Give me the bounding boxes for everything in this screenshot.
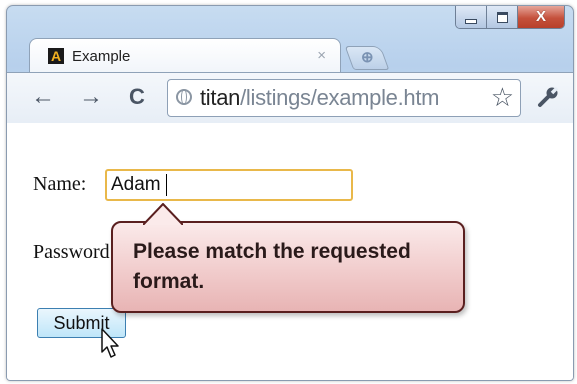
validation-message: Please match the requested format. (133, 240, 411, 293)
minimize-icon (465, 18, 477, 24)
bookmark-star-icon[interactable]: ☆ (488, 83, 514, 111)
address-bar[interactable]: titan/listings/example.htm ☆ (167, 79, 521, 117)
close-window-button[interactable]: X (518, 6, 564, 28)
window-controls: X (455, 6, 565, 29)
tab-close-icon[interactable]: × (317, 47, 326, 64)
tooltip-arrow (143, 203, 183, 225)
mouse-cursor-icon (101, 328, 119, 358)
maximize-icon (496, 11, 508, 23)
browser-toolbar: ← → C titan/listings/example.htm ☆ (7, 72, 573, 124)
tab-example[interactable]: A Example × (29, 38, 341, 73)
password-label: Password: (33, 241, 116, 263)
wrench-icon[interactable] (535, 84, 561, 110)
validation-tooltip: Please match the requested format. (111, 221, 465, 313)
url-text: titan/listings/example.htm (200, 85, 440, 111)
reload-icon[interactable]: C (129, 85, 145, 109)
new-tab-icon: ⊕ (361, 49, 374, 66)
url-path: /listings/example.htm (240, 85, 440, 110)
name-label: Name: (33, 173, 87, 195)
favicon-letter: A (50, 48, 62, 64)
tab-title: Example (72, 48, 131, 65)
favicon-icon: A (48, 48, 64, 64)
page-content: Name: Password: Submit Please match the … (7, 123, 573, 380)
close-icon: X (535, 8, 546, 25)
url-host: titan (200, 85, 241, 110)
name-field[interactable] (105, 169, 353, 201)
minimize-button[interactable] (456, 6, 487, 28)
forward-icon[interactable]: → (79, 85, 103, 109)
back-icon[interactable]: ← (31, 85, 55, 109)
browser-window: X A Example × ⊕ ← → C titan/listings/exa… (6, 5, 574, 381)
maximize-button[interactable] (487, 6, 518, 28)
globe-icon (176, 89, 192, 105)
text-caret (166, 174, 167, 196)
